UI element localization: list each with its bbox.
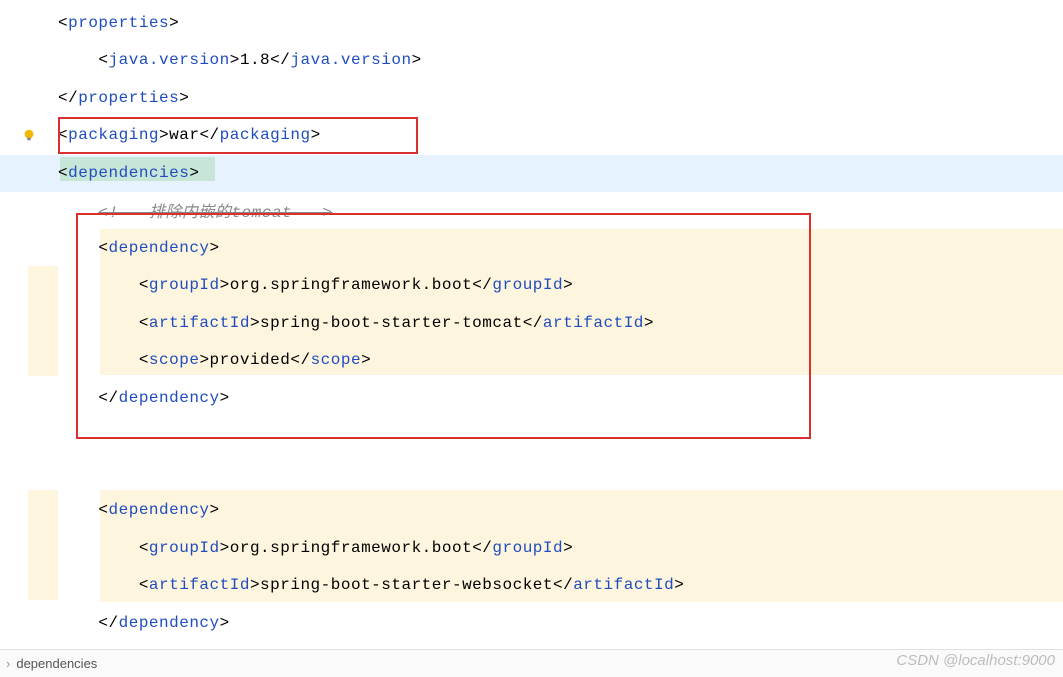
xml-tag: dependencies: [68, 164, 189, 182]
xml-tag: groupId: [492, 276, 563, 294]
code-line[interactable]: [0, 417, 1063, 455]
xml-tag: properties: [78, 89, 179, 107]
xml-text: org.springframework.boot: [230, 539, 472, 557]
xml-tag: artifactId: [149, 314, 250, 332]
code-line[interactable]: <scope>provided</scope>: [0, 342, 1063, 380]
xml-tag: dependency: [109, 501, 210, 519]
xml-tag: artifactId: [543, 314, 644, 332]
xml-tag: artifactId: [149, 576, 250, 594]
code-line[interactable]: <artifactId>spring-boot-starter-websocke…: [0, 567, 1063, 605]
xml-text: spring-boot-starter-websocket: [260, 576, 553, 594]
code-line[interactable]: <groupId>org.springframework.boot</group…: [0, 267, 1063, 305]
code-line[interactable]: <dependency>: [0, 229, 1063, 267]
code-editor[interactable]: <properties> <java.version>1.8</java.ver…: [0, 0, 1063, 642]
xml-tag: dependency: [119, 614, 220, 632]
xml-tag: groupId: [149, 539, 220, 557]
xml-tag: dependency: [109, 239, 210, 257]
xml-comment: <!-- 排除内嵌的tomcat -->: [98, 204, 332, 222]
xml-text: provided: [210, 351, 291, 369]
xml-text: org.springframework.boot: [230, 276, 472, 294]
xml-text: 1.8: [240, 51, 270, 69]
xml-tag: packaging: [220, 126, 311, 144]
xml-tag: scope: [311, 351, 362, 369]
code-line[interactable]: <artifactId>spring-boot-starter-tomcat</…: [0, 304, 1063, 342]
xml-tag: scope: [149, 351, 200, 369]
watermark-text: CSDN @localhost:9000: [896, 652, 1055, 669]
code-line[interactable]: [0, 454, 1063, 492]
xml-tag: java.version: [290, 51, 411, 69]
code-line[interactable]: <!-- 排除内嵌的tomcat -->: [0, 192, 1063, 230]
xml-text: war: [169, 126, 199, 144]
xml-tag: artifactId: [573, 576, 674, 594]
lightbulb-icon[interactable]: [22, 128, 36, 142]
xml-tag: properties: [68, 14, 169, 32]
code-line[interactable]: <java.version>1.8</java.version>: [0, 42, 1063, 80]
chevron-right-icon: ›: [6, 656, 10, 671]
breadcrumb-item[interactable]: dependencies: [16, 656, 97, 671]
xml-tag: groupId: [492, 539, 563, 557]
xml-tag: packaging: [68, 126, 159, 144]
code-line[interactable]: </dependency>: [0, 604, 1063, 642]
code-line[interactable]: <groupId>org.springframework.boot</group…: [0, 529, 1063, 567]
xml-tag: java.version: [109, 51, 230, 69]
xml-tag: groupId: [149, 276, 220, 294]
code-line[interactable]: </dependency>: [0, 379, 1063, 417]
code-line[interactable]: <packaging>war</packaging>: [0, 117, 1063, 155]
xml-text: spring-boot-starter-tomcat: [260, 314, 523, 332]
code-line[interactable]: </properties>: [0, 79, 1063, 117]
code-line[interactable]: <properties>: [0, 4, 1063, 42]
code-line[interactable]: <dependencies>: [0, 154, 1063, 192]
code-line[interactable]: <dependency>: [0, 492, 1063, 530]
xml-tag: dependency: [119, 389, 220, 407]
